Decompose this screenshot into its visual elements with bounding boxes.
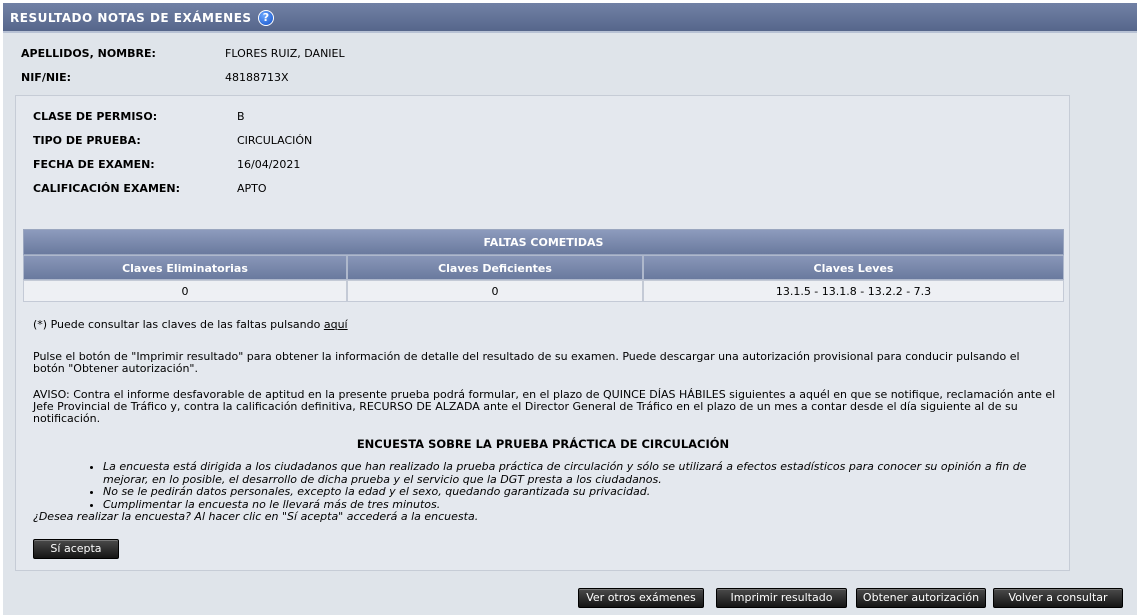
survey-question: ¿Desea realizar la encuesta? Al hacer cl… (33, 510, 479, 523)
nif-value: 48188713X (225, 71, 289, 84)
faltas-value-deficientes: 0 (347, 280, 643, 302)
consult-note-text: (*) Puede consultar las claves de las fa… (33, 318, 324, 331)
page-header: RESULTADO NOTAS DE EXÁMENES ? (3, 3, 1137, 33)
permiso-value: B (237, 110, 245, 123)
faltas-value-eliminatorias: 0 (23, 280, 347, 302)
exam-panel: CLASE DE PERMISO: B TIPO DE PRUEBA: CIRC… (15, 95, 1070, 571)
list-item: No se le pedirán datos personales, excep… (103, 485, 1053, 499)
nif-label: NIF/NIE: (21, 71, 72, 84)
name-value: FLORES RUIZ, DANIEL (225, 47, 345, 60)
fecha-label: FECHA DE EXAMEN: (33, 158, 155, 171)
accept-survey-button[interactable]: Sí acepta (33, 539, 119, 559)
calificacion-value: APTO (237, 182, 267, 195)
faltas-col-deficientes: Claves Deficientes (347, 255, 643, 280)
results-frame: RESULTADO NOTAS DE EXÁMENES ? APELLIDOS,… (3, 3, 1137, 615)
calificacion-label: CALIFICACIÓN EXAMEN: (33, 182, 181, 195)
faltas-col-leves: Claves Leves (643, 255, 1064, 280)
fecha-value: 16/04/2021 (237, 158, 301, 171)
prueba-label: TIPO DE PRUEBA: (33, 134, 141, 147)
consult-note: (*) Puede consultar las claves de las fa… (33, 319, 1053, 331)
faltas-col-eliminatorias: Claves Eliminatorias (23, 255, 347, 280)
name-label: APELLIDOS, NOMBRE: (21, 47, 156, 60)
get-authorization-button[interactable]: Obtener autorización (856, 588, 986, 608)
consult-link[interactable]: aquí (324, 318, 348, 331)
aviso-text: AVISO: Contra el informe desfavorable de… (33, 388, 1056, 425)
print-result-button[interactable]: Imprimir resultado (716, 588, 847, 608)
faltas-value-leves: 13.1.5 - 13.1.8 - 13.2.2 - 7.3 (643, 280, 1064, 302)
survey-title: ENCUESTA SOBRE LA PRUEBA PRÁCTICA DE CIR… (356, 437, 730, 451)
faltas-title: FALTAS COMETIDAS (23, 229, 1064, 255)
other-exams-button[interactable]: Ver otros exámenes (578, 588, 704, 608)
help-icon[interactable]: ? (258, 10, 274, 26)
prueba-value: CIRCULACIÓN (237, 134, 313, 147)
print-info: Pulse el botón de "Imprimir resultado" p… (33, 350, 1020, 375)
faltas-table: FALTAS COMETIDAS Claves Eliminatorias Cl… (23, 229, 1064, 302)
faltas-header-row: Claves Eliminatorias Claves Deficientes … (23, 255, 1064, 280)
table-row: 0 0 13.1.5 - 13.1.8 - 13.2.2 - 7.3 (23, 280, 1064, 302)
permiso-label: CLASE DE PERMISO: (33, 110, 158, 123)
page-title: RESULTADO NOTAS DE EXÁMENES (10, 11, 252, 25)
back-to-query-button[interactable]: Volver a consultar (993, 588, 1123, 608)
survey-list: La encuesta está dirigida a los ciudadan… (33, 460, 1053, 524)
list-item: La encuesta está dirigida a los ciudadan… (103, 460, 1053, 486)
